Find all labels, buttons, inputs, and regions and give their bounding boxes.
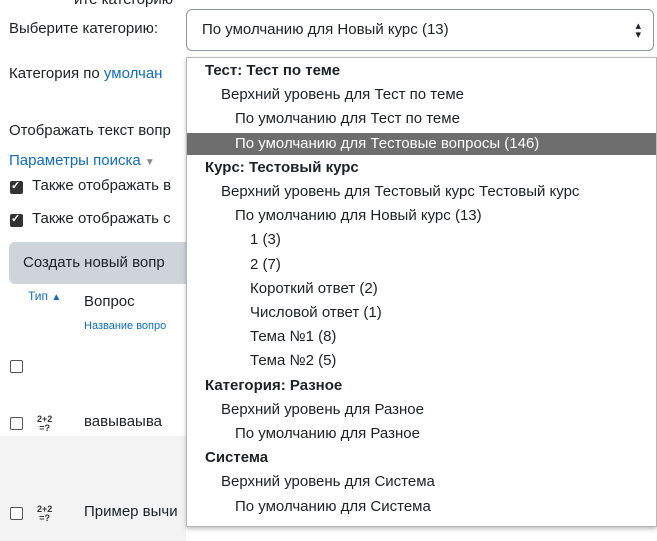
dropdown-option[interactable]: По умолчанию для Новый курс (13) — [187, 205, 656, 227]
dropdown-group-label: Тест: Тест по теме — [205, 62, 341, 79]
dropdown-option[interactable]: По умолчанию для Разное — [187, 423, 656, 445]
row-checkbox-1[interactable] — [10, 417, 23, 430]
calculated-question-icon: 2+2 =? — [37, 504, 53, 523]
dropdown-group-label: Курс: Тестовый курс — [205, 158, 359, 176]
option-checkbox-1[interactable] — [10, 179, 23, 194]
dropdown-group-label: Категория: Разное — [205, 376, 343, 394]
category-dropdown-list[interactable]: Тест: Тест по теме Верхний уровень для Те… — [186, 57, 657, 527]
select-all-checkbox[interactable] — [10, 360, 23, 373]
option-label-1: Также отображать в — [32, 177, 172, 194]
dropdown-option[interactable]: Тема №1 (8) — [187, 326, 656, 348]
dropdown-option[interactable]: 2 (7) — [187, 254, 656, 276]
dropdown-option[interactable]: Короткий ответ (2) — [187, 278, 656, 300]
cut-off-heading: ите категорию — [74, 0, 173, 8]
category-label: Выберите категорию: — [9, 20, 159, 37]
dropdown-option[interactable]: Верхний уровень для Система — [187, 471, 656, 493]
category-select-value: По умолчанию для Новый курс (13) — [202, 21, 449, 38]
option-checkbox-2[interactable] — [10, 212, 23, 227]
create-question-button[interactable]: Создать новый вопр — [9, 242, 199, 284]
category-select[interactable]: По умолчанию для Новый курс (13) ▴ ▾ — [186, 9, 654, 51]
sort-asc-icon: ▲ — [51, 292, 62, 303]
chevron-down-icon: ▼ — [144, 157, 155, 168]
search-options-toggle[interactable]: Параметры поиска ▼ — [9, 152, 155, 169]
column-type-header[interactable]: Тип ▲ — [28, 289, 61, 303]
calculated-question-icon: 2+2 =? — [37, 414, 53, 433]
column-question-header[interactable]: Вопрос — [84, 293, 135, 310]
category-description: Категория по умолчан — [9, 65, 162, 82]
search-options-label: Параметры поиска — [9, 152, 141, 169]
dropdown-option[interactable]: Верхний уровень для Разное — [187, 399, 656, 421]
table-row-2-background — [0, 436, 186, 541]
show-question-text-label: Отображать текст вопр — [9, 122, 171, 139]
dropdown-option-selected[interactable]: По умолчанию для Тестовые вопросы (146) — [187, 132, 656, 155]
dropdown-group-label: Система — [205, 449, 269, 467]
option-label-2: Также отображать с — [32, 210, 171, 227]
question-name-2[interactable]: Пример вычи — [84, 503, 178, 520]
select-caret-icon: ▴ ▾ — [635, 20, 641, 41]
dropdown-option[interactable]: 1 (3) — [187, 229, 656, 251]
category-description-text: Категория по — [9, 65, 104, 82]
dropdown-option[interactable]: По умолчанию для Тест по теме — [187, 108, 656, 130]
create-question-label: Создать новый вопр — [23, 254, 165, 271]
column-type-label: Тип — [28, 289, 49, 303]
dropdown-option[interactable]: По умолчанию для Система — [187, 496, 656, 518]
dropdown-option[interactable]: Числовой ответ (1) — [187, 302, 656, 324]
dropdown-option[interactable]: Тема №2 (5) — [187, 350, 656, 372]
category-description-link[interactable]: умолчан — [104, 65, 163, 82]
dropdown-option[interactable]: Верхний уровень для Тестовый курс Тестов… — [187, 181, 656, 203]
column-question-subheader[interactable]: Название вопро — [84, 320, 166, 332]
dropdown-option[interactable]: Верхний уровень для Тест по теме — [187, 84, 656, 106]
row-checkbox-2[interactable] — [10, 507, 23, 520]
question-name-1[interactable]: вавываыва — [84, 413, 162, 430]
